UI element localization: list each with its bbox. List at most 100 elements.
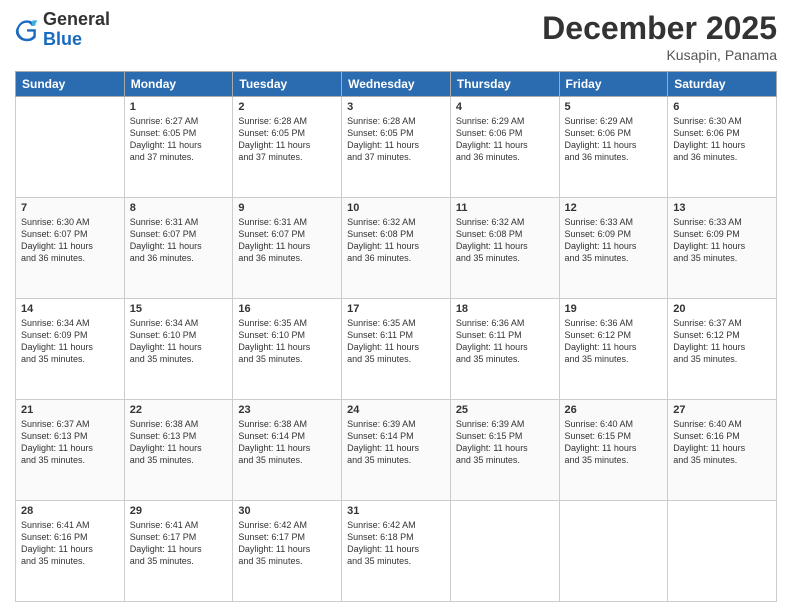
header-row: Sunday Monday Tuesday Wednesday Thursday…: [16, 72, 777, 97]
table-row: 26Sunrise: 6:40 AMSunset: 6:15 PMDayligh…: [559, 400, 668, 501]
calendar-week-3: 21 Sunrise: 6:37 AMSunset: 6:13 PMDayligh…: [16, 400, 777, 501]
table-row: [559, 501, 668, 602]
day-number: 7: [21, 202, 119, 214]
table-row: 20 Sunrise: 6:37 AMSunset: 6:12 PMDayligh…: [668, 299, 777, 400]
day-info: Sunrise: 6:41 AMSunset: 6:17 PMDaylight:…: [130, 519, 228, 568]
logo: General Blue: [15, 10, 110, 50]
table-row: 30 Sunrise: 6:42 AMSunset: 6:17 PMDayligh…: [233, 501, 342, 602]
day-info: Sunrise: 6:42 AMSunset: 6:17 PMDaylight:…: [238, 519, 336, 568]
table-row: 6 Sunrise: 6:30 AMSunset: 6:06 PMDaylight…: [668, 97, 777, 198]
day-number: 18: [456, 303, 554, 315]
table-row: [16, 97, 125, 198]
day-number: 4: [456, 101, 554, 113]
day-info: Sunrise: 6:38 AMSunset: 6:13 PMDaylight:…: [130, 418, 228, 467]
day-info: Sunrise: 6:28 AMSunset: 6:05 PMDaylight:…: [238, 115, 336, 164]
table-row: 21 Sunrise: 6:37 AMSunset: 6:13 PMDayligh…: [16, 400, 125, 501]
table-row: 3Sunrise: 6:28 AMSunset: 6:05 PMDaylight…: [342, 97, 451, 198]
day-number: 5: [565, 101, 663, 113]
day-info: Sunrise: 6:41 AMSunset: 6:16 PMDaylight:…: [21, 519, 119, 568]
logo-general: General: [43, 9, 110, 29]
day-number: 27: [673, 404, 771, 416]
day-info: Sunrise: 6:38 AMSunset: 6:14 PMDaylight:…: [238, 418, 336, 467]
calendar: Sunday Monday Tuesday Wednesday Thursday…: [15, 71, 777, 602]
day-number: 25: [456, 404, 554, 416]
table-row: 14 Sunrise: 6:34 AMSunset: 6:09 PMDayligh…: [16, 299, 125, 400]
day-info: Sunrise: 6:39 AMSunset: 6:14 PMDaylight:…: [347, 418, 445, 467]
day-number: 1: [130, 101, 228, 113]
table-row: 7 Sunrise: 6:30 AMSunset: 6:07 PMDaylight…: [16, 198, 125, 299]
table-row: 8Sunrise: 6:31 AMSunset: 6:07 PMDaylight…: [124, 198, 233, 299]
day-number: 3: [347, 101, 445, 113]
col-friday: Friday: [559, 72, 668, 97]
col-tuesday: Tuesday: [233, 72, 342, 97]
day-info: Sunrise: 6:29 AMSunset: 6:06 PMDaylight:…: [456, 115, 554, 164]
day-info: Sunrise: 6:29 AMSunset: 6:06 PMDaylight:…: [565, 115, 663, 164]
table-row: 4 Sunrise: 6:29 AMSunset: 6:06 PMDaylight…: [450, 97, 559, 198]
day-number: 20: [673, 303, 771, 315]
table-row: 11 Sunrise: 6:32 AMSunset: 6:08 PMDayligh…: [450, 198, 559, 299]
table-row: 31 Sunrise: 6:42 AMSunset: 6:18 PMDayligh…: [342, 501, 451, 602]
day-number: 2: [238, 101, 336, 113]
day-info: Sunrise: 6:37 AMSunset: 6:12 PMDaylight:…: [673, 317, 771, 366]
day-info: Sunrise: 6:35 AMSunset: 6:10 PMDaylight:…: [238, 317, 336, 366]
table-row: 10Sunrise: 6:32 AMSunset: 6:08 PMDayligh…: [342, 198, 451, 299]
day-info: Sunrise: 6:27 AMSunset: 6:05 PMDaylight:…: [130, 115, 228, 164]
day-info: Sunrise: 6:33 AMSunset: 6:09 PMDaylight:…: [673, 216, 771, 265]
calendar-week-0: 1 Sunrise: 6:27 AMSunset: 6:05 PMDaylight…: [16, 97, 777, 198]
table-row: 28 Sunrise: 6:41 AMSunset: 6:16 PMDayligh…: [16, 501, 125, 602]
col-wednesday: Wednesday: [342, 72, 451, 97]
day-number: 28: [21, 505, 119, 517]
day-number: 11: [456, 202, 554, 214]
day-number: 22: [130, 404, 228, 416]
calendar-week-4: 28 Sunrise: 6:41 AMSunset: 6:16 PMDayligh…: [16, 501, 777, 602]
day-info: Sunrise: 6:30 AMSunset: 6:06 PMDaylight:…: [673, 115, 771, 164]
day-info: Sunrise: 6:34 AMSunset: 6:09 PMDaylight:…: [21, 317, 119, 366]
table-row: 24 Sunrise: 6:39 AMSunset: 6:14 PMDayligh…: [342, 400, 451, 501]
day-number: 31: [347, 505, 445, 517]
day-info: Sunrise: 6:31 AMSunset: 6:07 PMDaylight:…: [130, 216, 228, 265]
table-row: 5 Sunrise: 6:29 AMSunset: 6:06 PMDaylight…: [559, 97, 668, 198]
subtitle: Kusapin, Panama: [542, 47, 777, 63]
day-number: 14: [21, 303, 119, 315]
calendar-week-2: 14 Sunrise: 6:34 AMSunset: 6:09 PMDayligh…: [16, 299, 777, 400]
table-row: 13 Sunrise: 6:33 AMSunset: 6:09 PMDayligh…: [668, 198, 777, 299]
table-row: [450, 501, 559, 602]
logo-text: General Blue: [43, 10, 110, 50]
day-number: 9: [238, 202, 336, 214]
table-row: 29Sunrise: 6:41 AMSunset: 6:17 PMDayligh…: [124, 501, 233, 602]
day-number: 12: [565, 202, 663, 214]
col-thursday: Thursday: [450, 72, 559, 97]
day-info: Sunrise: 6:39 AMSunset: 6:15 PMDaylight:…: [456, 418, 554, 467]
table-row: 12 Sunrise: 6:33 AMSunset: 6:09 PMDayligh…: [559, 198, 668, 299]
day-info: Sunrise: 6:30 AMSunset: 6:07 PMDaylight:…: [21, 216, 119, 265]
day-info: Sunrise: 6:31 AMSunset: 6:07 PMDaylight:…: [238, 216, 336, 265]
day-info: Sunrise: 6:36 AMSunset: 6:12 PMDaylight:…: [565, 317, 663, 366]
day-info: Sunrise: 6:40 AMSunset: 6:16 PMDaylight:…: [673, 418, 771, 467]
day-number: 26: [565, 404, 663, 416]
day-number: 6: [673, 101, 771, 113]
day-number: 21: [21, 404, 119, 416]
day-number: 19: [565, 303, 663, 315]
day-number: 17: [347, 303, 445, 315]
table-row: 1 Sunrise: 6:27 AMSunset: 6:05 PMDaylight…: [124, 97, 233, 198]
day-info: Sunrise: 6:32 AMSunset: 6:08 PMDaylight:…: [456, 216, 554, 265]
table-row: 9 Sunrise: 6:31 AMSunset: 6:07 PMDaylight…: [233, 198, 342, 299]
header: General Blue December 2025 Kusapin, Pana…: [15, 10, 777, 63]
day-info: Sunrise: 6:35 AMSunset: 6:11 PMDaylight:…: [347, 317, 445, 366]
table-row: 16Sunrise: 6:35 AMSunset: 6:10 PMDayligh…: [233, 299, 342, 400]
table-row: 19 Sunrise: 6:36 AMSunset: 6:12 PMDayligh…: [559, 299, 668, 400]
day-info: Sunrise: 6:42 AMSunset: 6:18 PMDaylight:…: [347, 519, 445, 568]
day-info: Sunrise: 6:33 AMSunset: 6:09 PMDaylight:…: [565, 216, 663, 265]
calendar-week-1: 7 Sunrise: 6:30 AMSunset: 6:07 PMDaylight…: [16, 198, 777, 299]
table-row: 25 Sunrise: 6:39 AMSunset: 6:15 PMDayligh…: [450, 400, 559, 501]
table-row: 15Sunrise: 6:34 AMSunset: 6:10 PMDayligh…: [124, 299, 233, 400]
table-row: 23 Sunrise: 6:38 AMSunset: 6:14 PMDayligh…: [233, 400, 342, 501]
table-row: 22 Sunrise: 6:38 AMSunset: 6:13 PMDayligh…: [124, 400, 233, 501]
day-number: 30: [238, 505, 336, 517]
day-number: 13: [673, 202, 771, 214]
col-monday: Monday: [124, 72, 233, 97]
day-number: 24: [347, 404, 445, 416]
day-info: Sunrise: 6:37 AMSunset: 6:13 PMDaylight:…: [21, 418, 119, 467]
day-number: 23: [238, 404, 336, 416]
table-row: 18Sunrise: 6:36 AMSunset: 6:11 PMDayligh…: [450, 299, 559, 400]
